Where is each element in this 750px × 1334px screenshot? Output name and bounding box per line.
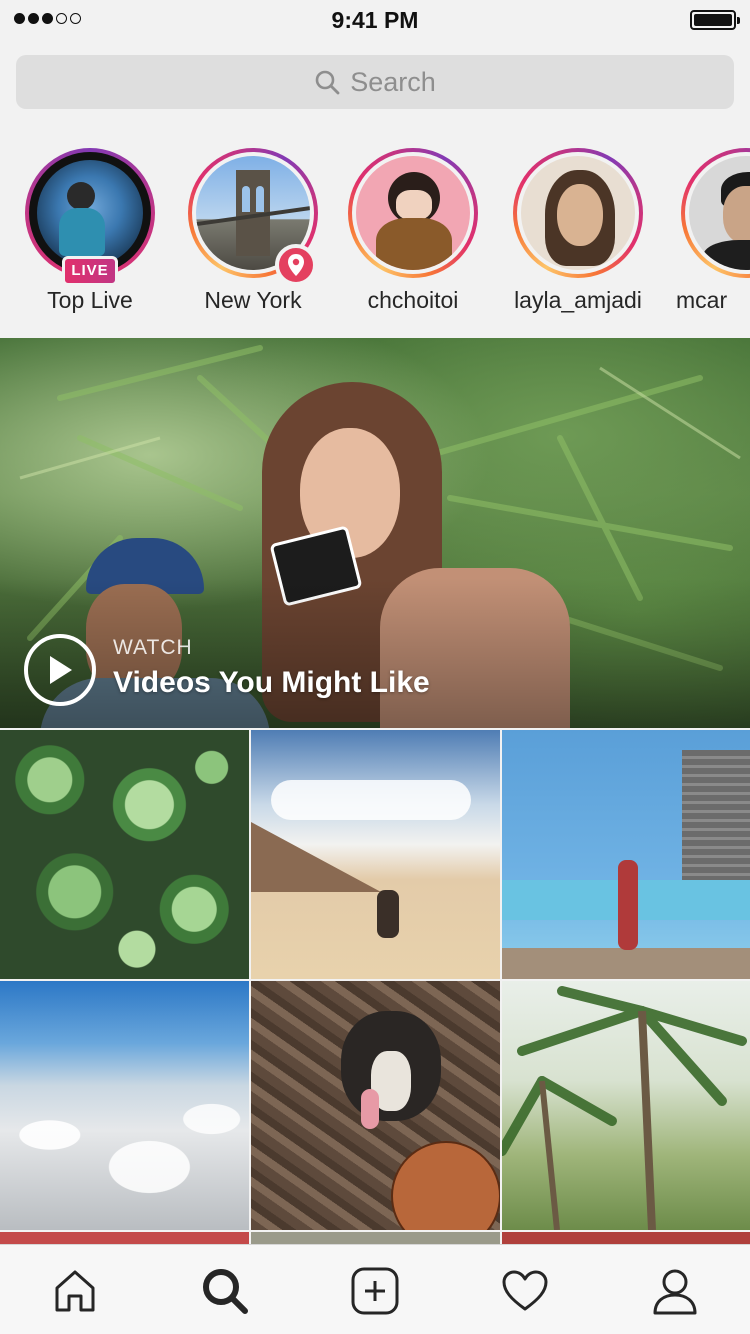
stories-tray: LIVE Top Live New York chchoitoi layla_a…: [0, 148, 750, 328]
search-icon: [315, 70, 340, 95]
status-bar: 9:41 PM: [0, 0, 750, 40]
grid-tile-beach-dog[interactable]: [251, 730, 500, 979]
battery-icon: [690, 10, 740, 30]
grid-tile-partial[interactable]: [502, 1232, 750, 1244]
tab-search[interactable]: [197, 1263, 253, 1319]
featured-title: Videos You Might Like: [113, 666, 430, 699]
story-label: mcar: [676, 287, 728, 313]
story-label: chchoitoi: [367, 287, 459, 313]
live-badge: LIVE: [62, 256, 118, 286]
story-avatar: [356, 156, 470, 270]
status-time: 9:41 PM: [331, 7, 419, 33]
story-label: New York: [204, 287, 302, 313]
grid-tile-palm-trees[interactable]: [502, 981, 750, 1230]
location-pin-icon: [275, 244, 317, 286]
home-icon: [55, 1270, 95, 1312]
heart-icon: [502, 1270, 548, 1311]
play-button[interactable]: [24, 634, 96, 706]
tab-bar: [0, 1244, 750, 1334]
grid-tile-dog-basketball[interactable]: [251, 981, 500, 1230]
tab-activity[interactable]: [497, 1263, 553, 1319]
story-label: layla_amjadi: [514, 287, 642, 313]
story-label: Top Live: [47, 287, 133, 313]
search-icon: [203, 1269, 248, 1314]
search-placeholder: Search: [350, 66, 436, 97]
tab-profile[interactable]: [647, 1263, 703, 1319]
grid-tile-partial[interactable]: [251, 1232, 500, 1244]
tab-new-post[interactable]: [347, 1263, 403, 1319]
search-input[interactable]: Search: [16, 55, 734, 109]
grid-tile-blue-wall[interactable]: [502, 730, 750, 979]
add-post-icon: [351, 1267, 399, 1315]
grid-tile-succulents[interactable]: [0, 730, 249, 979]
tab-home[interactable]: [47, 1263, 103, 1319]
grid-tile-partial[interactable]: [0, 1232, 249, 1244]
profile-icon: [653, 1269, 697, 1315]
grid-tile-clouds[interactable]: [0, 981, 249, 1230]
story-avatar: [689, 156, 750, 270]
play-icon: [50, 656, 72, 684]
story-avatar: [37, 160, 143, 266]
featured-eyebrow: WATCH: [113, 636, 193, 659]
explore-grid: [0, 730, 750, 1244]
featured-video-card[interactable]: WATCH Videos You Might Like: [0, 338, 750, 728]
story-avatar: [521, 156, 635, 270]
